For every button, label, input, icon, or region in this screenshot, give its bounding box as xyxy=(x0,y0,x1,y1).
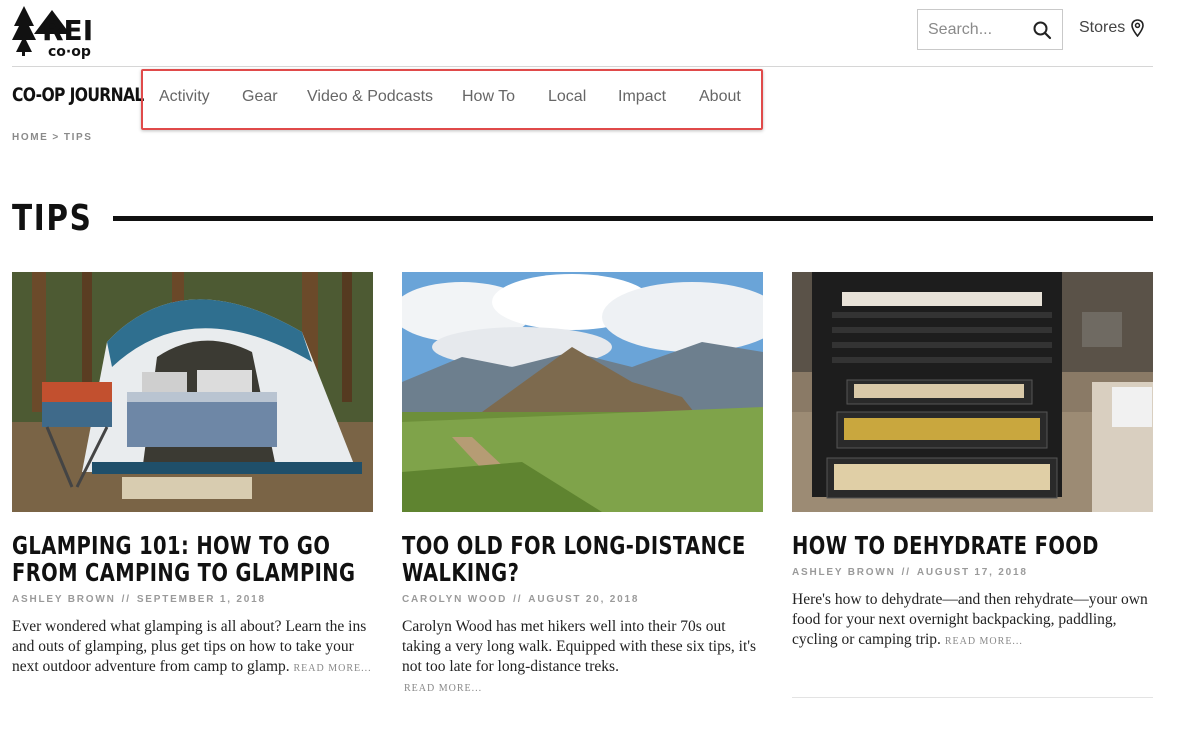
excerpt-text: Carolyn Wood has met hikers well into th… xyxy=(402,618,757,675)
section-rule xyxy=(113,216,1153,221)
article-card: Too Old for Long-Distance Walking? CAROL… xyxy=(402,272,763,694)
breadcrumb: HOME > TIPS xyxy=(12,132,93,143)
breadcrumb-home[interactable]: HOME xyxy=(12,132,48,143)
article-date: AUGUST 17, 2018 xyxy=(916,567,1028,578)
article-excerpt: Ever wondered what glamping is all about… xyxy=(12,617,373,679)
meta-separator: // xyxy=(513,594,523,605)
article-meta: ASHLEY BROWN // AUGUST 17, 2018 xyxy=(792,567,1153,578)
meta-separator: // xyxy=(121,594,131,605)
map-pin-icon xyxy=(1131,19,1145,37)
read-more-link[interactable]: READ MORE... xyxy=(945,636,1023,647)
nav-item-gear[interactable]: Gear xyxy=(242,88,278,106)
svg-text:co·op: co·op xyxy=(48,44,91,60)
mountain-photo[interactable] xyxy=(402,272,763,512)
nav-item-about[interactable]: About xyxy=(699,88,741,106)
article-title[interactable]: Glamping 101: How to Go From Camping to … xyxy=(12,532,371,586)
journal-title[interactable]: CO-OP JOURNAL xyxy=(12,84,144,106)
nav-item-local[interactable]: Local xyxy=(548,88,586,106)
section-title: TIPS xyxy=(12,198,93,239)
article-date: AUGUST 20, 2018 xyxy=(528,594,640,605)
article-card: How to Dehydrate Food ASHLEY BROWN // AUGU… xyxy=(792,272,1153,652)
article-excerpt: Here's how to dehydrate—and then rehydra… xyxy=(792,590,1153,652)
rei-logo[interactable]: REI co·op xyxy=(12,4,104,60)
article-excerpt: Carolyn Wood has met hikers well into th… xyxy=(402,617,763,677)
article-author[interactable]: ASHLEY BROWN xyxy=(792,567,896,578)
svg-text:REI: REI xyxy=(42,14,93,47)
nav-highlight-box xyxy=(141,69,763,130)
nav-item-video-podcasts[interactable]: Video & Podcasts xyxy=(307,88,433,106)
article-meta: CAROLYN WOOD // AUGUST 20, 2018 xyxy=(402,594,763,605)
article-card: Glamping 101: How to Go From Camping to … xyxy=(12,272,373,679)
read-more-link[interactable]: READ MORE... xyxy=(294,663,372,674)
breadcrumb-separator: > xyxy=(52,132,60,143)
tent-photo[interactable] xyxy=(12,272,373,512)
header-divider xyxy=(12,66,1153,67)
read-more-link[interactable]: READ MORE... xyxy=(404,683,763,694)
nav-item-activity[interactable]: Activity xyxy=(159,88,210,106)
article-author[interactable]: CAROLYN WOOD xyxy=(402,594,507,605)
article-author[interactable]: ASHLEY BROWN xyxy=(12,594,116,605)
meta-separator: // xyxy=(901,567,911,578)
breadcrumb-current: TIPS xyxy=(63,132,93,143)
search-icon[interactable] xyxy=(1032,20,1052,40)
nav-item-impact[interactable]: Impact xyxy=(618,88,666,106)
search-input[interactable] xyxy=(918,10,1028,49)
stores-label: Stores xyxy=(1079,19,1126,36)
article-title[interactable]: How to Dehydrate Food xyxy=(792,532,1151,559)
stores-link[interactable]: Stores xyxy=(1079,19,1145,37)
nav-item-how-to[interactable]: How To xyxy=(462,88,515,106)
article-title[interactable]: Too Old for Long-Distance Walking? xyxy=(402,532,761,586)
article-meta: ASHLEY BROWN // SEPTEMBER 1, 2018 xyxy=(12,594,373,605)
dehydrator-photo[interactable] xyxy=(792,272,1153,512)
search-box[interactable] xyxy=(917,9,1063,50)
card-divider xyxy=(792,697,1153,698)
article-date: SEPTEMBER 1, 2018 xyxy=(136,594,266,605)
